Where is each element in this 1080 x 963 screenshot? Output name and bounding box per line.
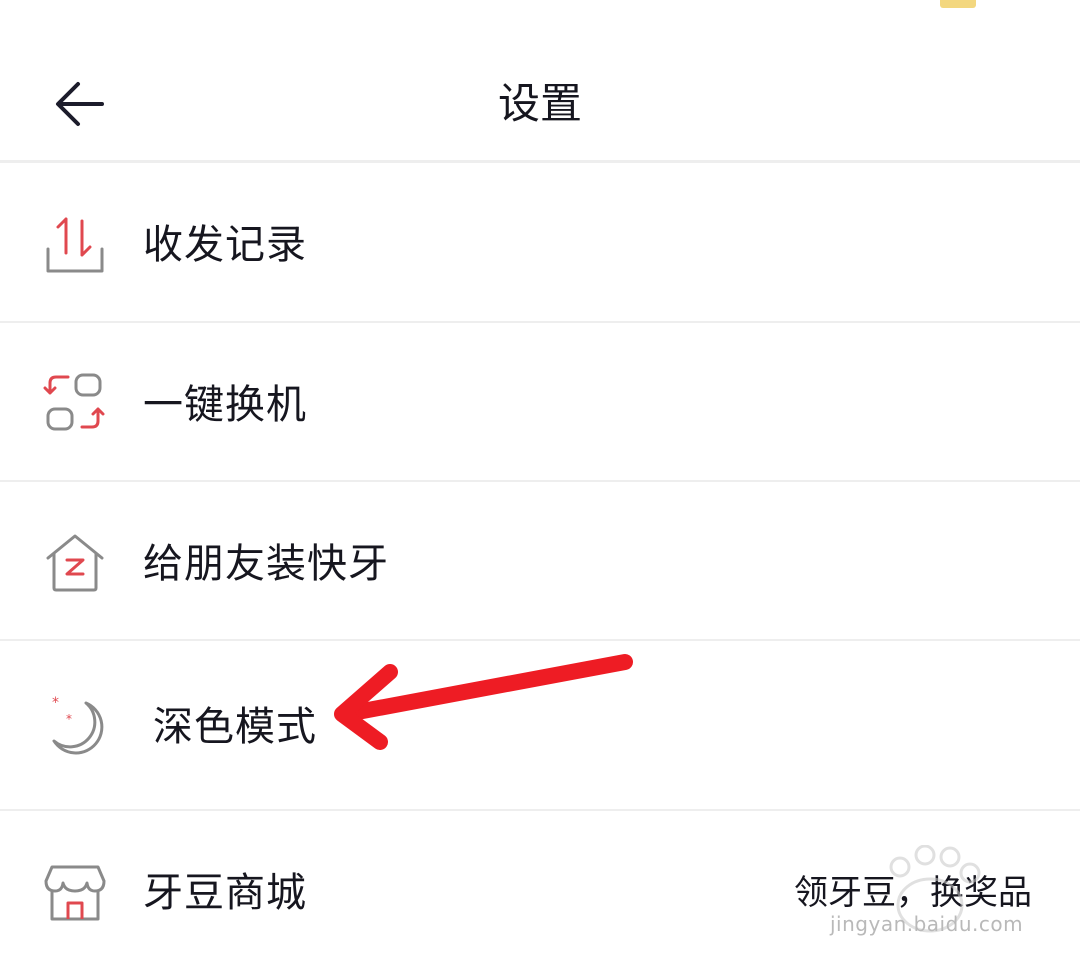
svg-text:*: * [52, 695, 59, 711]
watermark-text: jingyan.baidu.com [830, 912, 1024, 936]
menu-item-transfer-record[interactable]: 收发记录 [0, 163, 1080, 321]
menu-item-phone-switch[interactable]: 一键换机 [0, 323, 1080, 480]
menu-item-label: 收发记录 [143, 222, 307, 268]
status-indicator [940, 0, 976, 8]
menu-item-label: 深色模式 [153, 704, 317, 750]
moon-icon: * * [52, 695, 104, 755]
phone-switch-icon [43, 373, 105, 431]
svg-text:*: * [66, 712, 72, 726]
page-header: 设置 [0, 40, 1080, 162]
page-title: 设置 [497, 79, 582, 128]
store-icon [44, 865, 106, 921]
menu-item-label: 给朋友装快牙 [143, 541, 389, 587]
menu-item-label: 一键换机 [143, 382, 307, 428]
menu-item-install-for-friend[interactable]: 给朋友装快牙 [0, 482, 1080, 639]
house-z-icon [46, 534, 104, 592]
menu-item-label: 牙豆商城 [143, 870, 307, 916]
transfer-record-icon [46, 217, 104, 273]
menu-item-dark-mode[interactable]: * * 深色模式 [0, 641, 1080, 809]
